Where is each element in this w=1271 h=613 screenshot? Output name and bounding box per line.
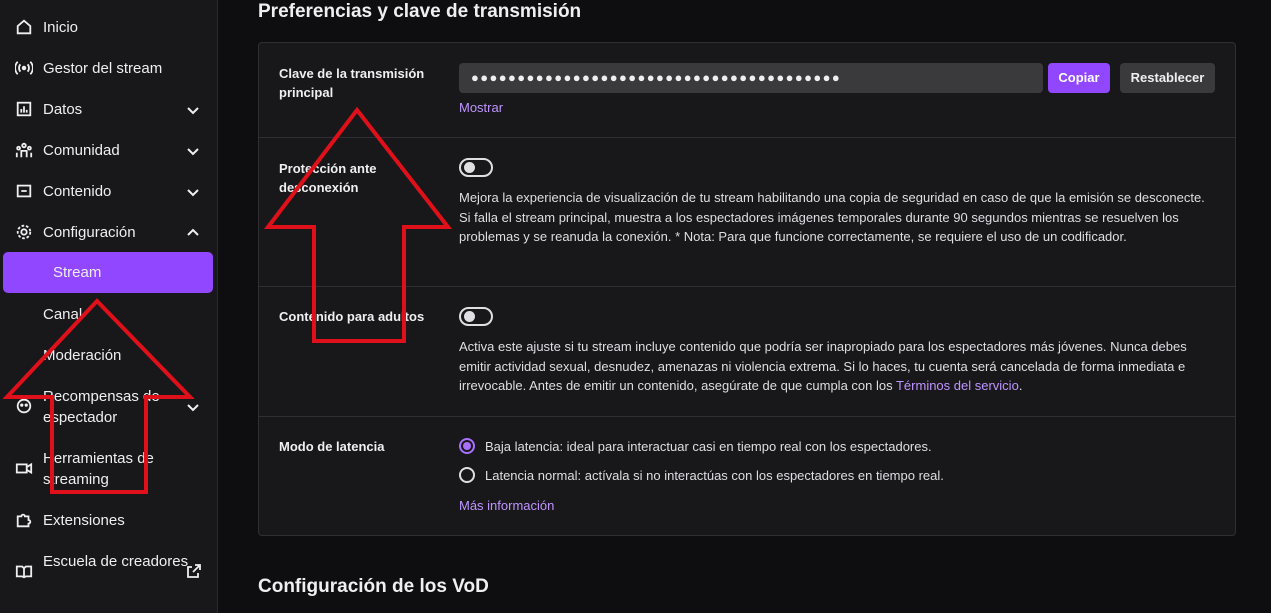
disconnect-protection-toggle[interactable]	[459, 158, 493, 177]
sidebar-item-label: Contenido	[43, 183, 112, 200]
sidebar-item-contenido[interactable]: Contenido	[0, 181, 218, 202]
external-link-icon	[186, 563, 202, 579]
mature-content-text: Activa este ajuste si tu stream incluye …	[459, 339, 1187, 393]
sidebar-item-label: Gestor del stream	[43, 60, 163, 77]
stream-key-label: Clave de la transmisión principal	[279, 66, 425, 100]
broadcast-icon	[15, 59, 33, 77]
vod-section-title: Configuración de los VoD	[258, 576, 489, 597]
disconnect-protection-label: Protección ante desconexión	[279, 161, 377, 195]
reset-button[interactable]: Restablecer	[1120, 63, 1215, 93]
gear-icon	[15, 223, 33, 241]
stream-key-input[interactable]: ●●●●●●●●●●●●●●●●●●●●●●●●●●●●●●●●●●●●●●●●	[459, 63, 1043, 93]
sidebar-item-label: Herramientas de streaming	[43, 450, 154, 488]
sidebar-item-label: Datos	[43, 101, 83, 118]
sidebar: Inicio Gestor del stream Datos Comunidad…	[0, 0, 218, 613]
sidebar-item-herramientas[interactable]: Herramientas de streaming	[0, 448, 218, 490]
sidebar-item-escuela-de-creadores[interactable]: Escuela de creadores	[0, 551, 218, 580]
latency-option-label: Baja latencia: ideal para interactuar ca…	[485, 438, 932, 454]
content-icon	[15, 182, 33, 200]
show-key-link[interactable]: Mostrar	[459, 100, 503, 115]
sidebar-item-gestor-del-stream[interactable]: Gestor del stream	[0, 58, 218, 79]
latency-mode-label: Modo de latencia	[279, 439, 385, 454]
divider	[259, 416, 1235, 417]
sidebar-item-label: Configuración	[43, 224, 136, 241]
toggle-knob	[464, 311, 475, 322]
book-icon	[15, 562, 33, 580]
stream-settings-panel: Clave de la transmisión principal ●●●●●●…	[258, 42, 1236, 536]
sidebar-item-moderacion[interactable]: Moderación	[0, 345, 218, 366]
sidebar-item-label: Inicio	[43, 19, 79, 36]
divider	[259, 137, 1235, 138]
sidebar-item-comunidad[interactable]: Comunidad	[0, 140, 218, 161]
divider	[259, 286, 1235, 287]
toggle-knob	[464, 162, 475, 173]
camera-icon	[15, 459, 33, 477]
sidebar-item-extensiones[interactable]: Extensiones	[0, 510, 218, 531]
chevron-down-icon[interactable]	[186, 185, 200, 199]
sidebar-item-label: Escuela de creadores	[43, 553, 189, 570]
sidebar-item-configuracion[interactable]: Configuración	[0, 222, 218, 243]
copy-button[interactable]: Copiar	[1048, 63, 1110, 93]
mature-content-tail: .	[1018, 378, 1023, 393]
home-icon	[15, 18, 33, 36]
chevron-up-icon[interactable]	[186, 226, 200, 240]
sidebar-item-label: Stream	[53, 264, 102, 281]
more-info-link[interactable]: Más información	[459, 498, 554, 513]
mature-content-description: Activa este ajuste si tu stream incluye …	[459, 337, 1209, 396]
chevron-down-icon[interactable]	[186, 103, 200, 117]
analytics-icon	[15, 100, 33, 118]
sidebar-item-datos[interactable]: Datos	[0, 99, 218, 120]
sidebar-item-label: Moderación	[43, 347, 122, 364]
sidebar-item-label: Comunidad	[43, 142, 120, 159]
sidebar-item-recompensas[interactable]: Recompensas de espectador	[0, 386, 218, 428]
sidebar-item-stream[interactable]: Stream	[3, 252, 213, 293]
chevron-down-icon[interactable]	[186, 144, 200, 158]
radio-button-checked[interactable]	[459, 438, 475, 454]
disconnect-protection-description: Mejora la experiencia de visualización d…	[459, 190, 1205, 244]
community-icon	[15, 141, 33, 159]
sidebar-item-label: Recompensas de espectador	[43, 388, 160, 426]
rewards-icon	[15, 397, 33, 415]
latency-option-low[interactable]: Baja latencia: ideal para interactuar ca…	[459, 438, 932, 454]
sidebar-item-label: Extensiones	[43, 512, 125, 529]
mature-content-toggle[interactable]	[459, 307, 493, 326]
sidebar-item-label: Canal	[43, 306, 83, 323]
terms-of-service-link[interactable]: Términos del servicio	[896, 378, 1019, 393]
mature-content-label: Contenido para adultos	[279, 309, 425, 324]
latency-option-normal[interactable]: Latencia normal: actívala si no interact…	[459, 467, 944, 483]
chevron-down-icon[interactable]	[186, 400, 200, 414]
page-title: Preferencias y clave de transmisión	[258, 1, 582, 22]
sidebar-item-inicio[interactable]: Inicio	[0, 17, 218, 38]
puzzle-icon	[15, 511, 33, 529]
latency-option-label: Latencia normal: actívala si no interact…	[485, 467, 944, 483]
sidebar-item-canal[interactable]: Canal	[0, 304, 218, 325]
radio-button[interactable]	[459, 467, 475, 483]
